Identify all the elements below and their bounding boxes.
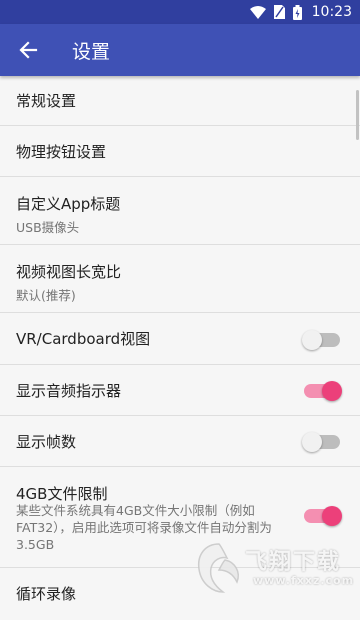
setting-title: 显示帧数	[16, 433, 77, 451]
back-button[interactable]	[14, 36, 42, 64]
battery-icon	[292, 4, 302, 20]
switch-knob	[302, 330, 322, 350]
setting-show-fps[interactable]: 显示帧数	[0, 416, 360, 467]
watermark: 飞翔下载 www.fxxz.com	[195, 540, 355, 596]
app-bar: 设置	[0, 24, 360, 76]
audio-indicator-toggle[interactable]	[304, 381, 342, 401]
page-title: 设置	[72, 41, 111, 63]
setting-title: 视频视图长宽比	[16, 263, 122, 281]
arrow-back-icon	[19, 41, 38, 59]
setting-title: 循环录像	[16, 585, 77, 603]
switch-knob	[322, 506, 342, 526]
watermark-logo-icon	[197, 543, 239, 593]
scrollbar[interactable]	[356, 90, 359, 140]
switch-knob	[322, 381, 342, 401]
setting-general[interactable]: 常规设置	[0, 76, 360, 126]
settings-list: 常规设置 物理按钮设置 自定义App标题 USB摄像头 视频视图长宽比 默认(推…	[0, 76, 360, 620]
switch-knob	[302, 432, 322, 452]
setting-title: 常规设置	[16, 92, 77, 110]
sim-card-icon	[273, 5, 285, 19]
4gb-file-limit-toggle[interactable]	[304, 506, 342, 526]
setting-subtitle: 默认(推荐)	[16, 288, 76, 303]
status-bar: 10:23	[0, 0, 360, 24]
setting-title: 自定义App标题	[16, 195, 121, 213]
setting-subtitle: USB摄像头	[16, 220, 80, 235]
setting-vr-cardboard[interactable]: VR/Cardboard视图	[0, 313, 360, 365]
setting-title: 4GB文件限制	[16, 485, 108, 503]
vr-cardboard-toggle[interactable]	[302, 330, 340, 350]
setting-physical-buttons[interactable]: 物理按钮设置	[0, 126, 360, 177]
wifi-icon	[249, 5, 266, 19]
watermark-url: www.fxxz.com	[253, 574, 355, 587]
setting-video-aspect-ratio[interactable]: 视频视图长宽比 默认(推荐)	[0, 245, 360, 313]
show-fps-toggle[interactable]	[302, 432, 340, 452]
setting-custom-app-title[interactable]: 自定义App标题 USB摄像头	[0, 177, 360, 245]
watermark-text: 飞翔下载	[245, 550, 342, 575]
status-time: 10:23	[311, 4, 352, 20]
setting-title: VR/Cardboard视图	[16, 330, 151, 348]
setting-audio-indicator[interactable]: 显示音频指示器	[0, 365, 360, 416]
setting-title: 物理按钮设置	[16, 143, 107, 161]
setting-title: 显示音频指示器	[16, 382, 122, 400]
